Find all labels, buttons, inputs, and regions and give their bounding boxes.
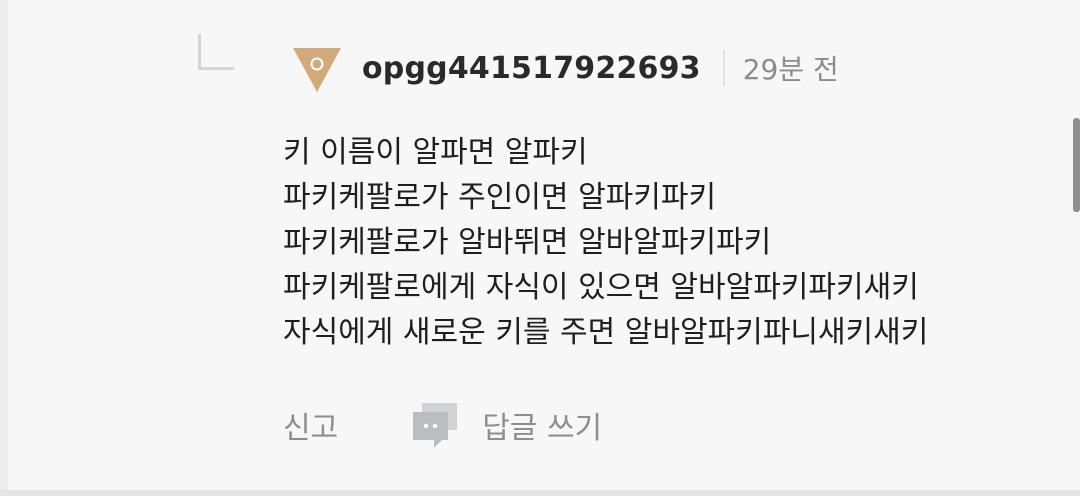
comment-line: 파키케팔로에게 자식이 있으면 알바알파키파키새키 — [283, 270, 919, 305]
comment-line: 키 이름이 알파면 알파키 — [283, 135, 588, 170]
username[interactable]: opgg441517922693 — [362, 51, 701, 86]
comment-actions: 신고 답글 쓰기 — [283, 400, 602, 450]
left-edge-strip — [0, 0, 8, 496]
speech-bubble-icon — [413, 403, 458, 448]
timestamp: 29분 전 — [742, 53, 839, 86]
comment-line: 파키케팔로가 알바뛰면 알바알파키파키 — [283, 225, 772, 260]
bottom-divider — [0, 490, 1080, 496]
comment-header: opgg441517922693 29분 전 — [362, 44, 839, 92]
scrollbar-thumb[interactable] — [1073, 118, 1080, 212]
reply-button[interactable]: 답글 쓰기 — [410, 400, 602, 450]
comment-line: 파키케팔로가 주인이면 알파키파키 — [283, 180, 717, 215]
header-divider — [722, 50, 725, 86]
reply-label: 답글 쓰기 — [482, 411, 603, 446]
avatar[interactable] — [292, 47, 342, 93]
comment-body: 키 이름이 알파면 알파키 파키케팔로가 주인이면 알파키파키 파키케팔로가 알… — [283, 130, 928, 355]
comment-line: 자식에게 새로운 키를 주면 알바알파키파니새키새키 — [283, 315, 929, 350]
reply-indent-icon — [198, 34, 234, 70]
report-button[interactable]: 신고 — [283, 403, 338, 447]
comment-reply-panel: opgg441517922693 29분 전 키 이름이 알파면 알파키 파키케… — [0, 0, 1080, 496]
